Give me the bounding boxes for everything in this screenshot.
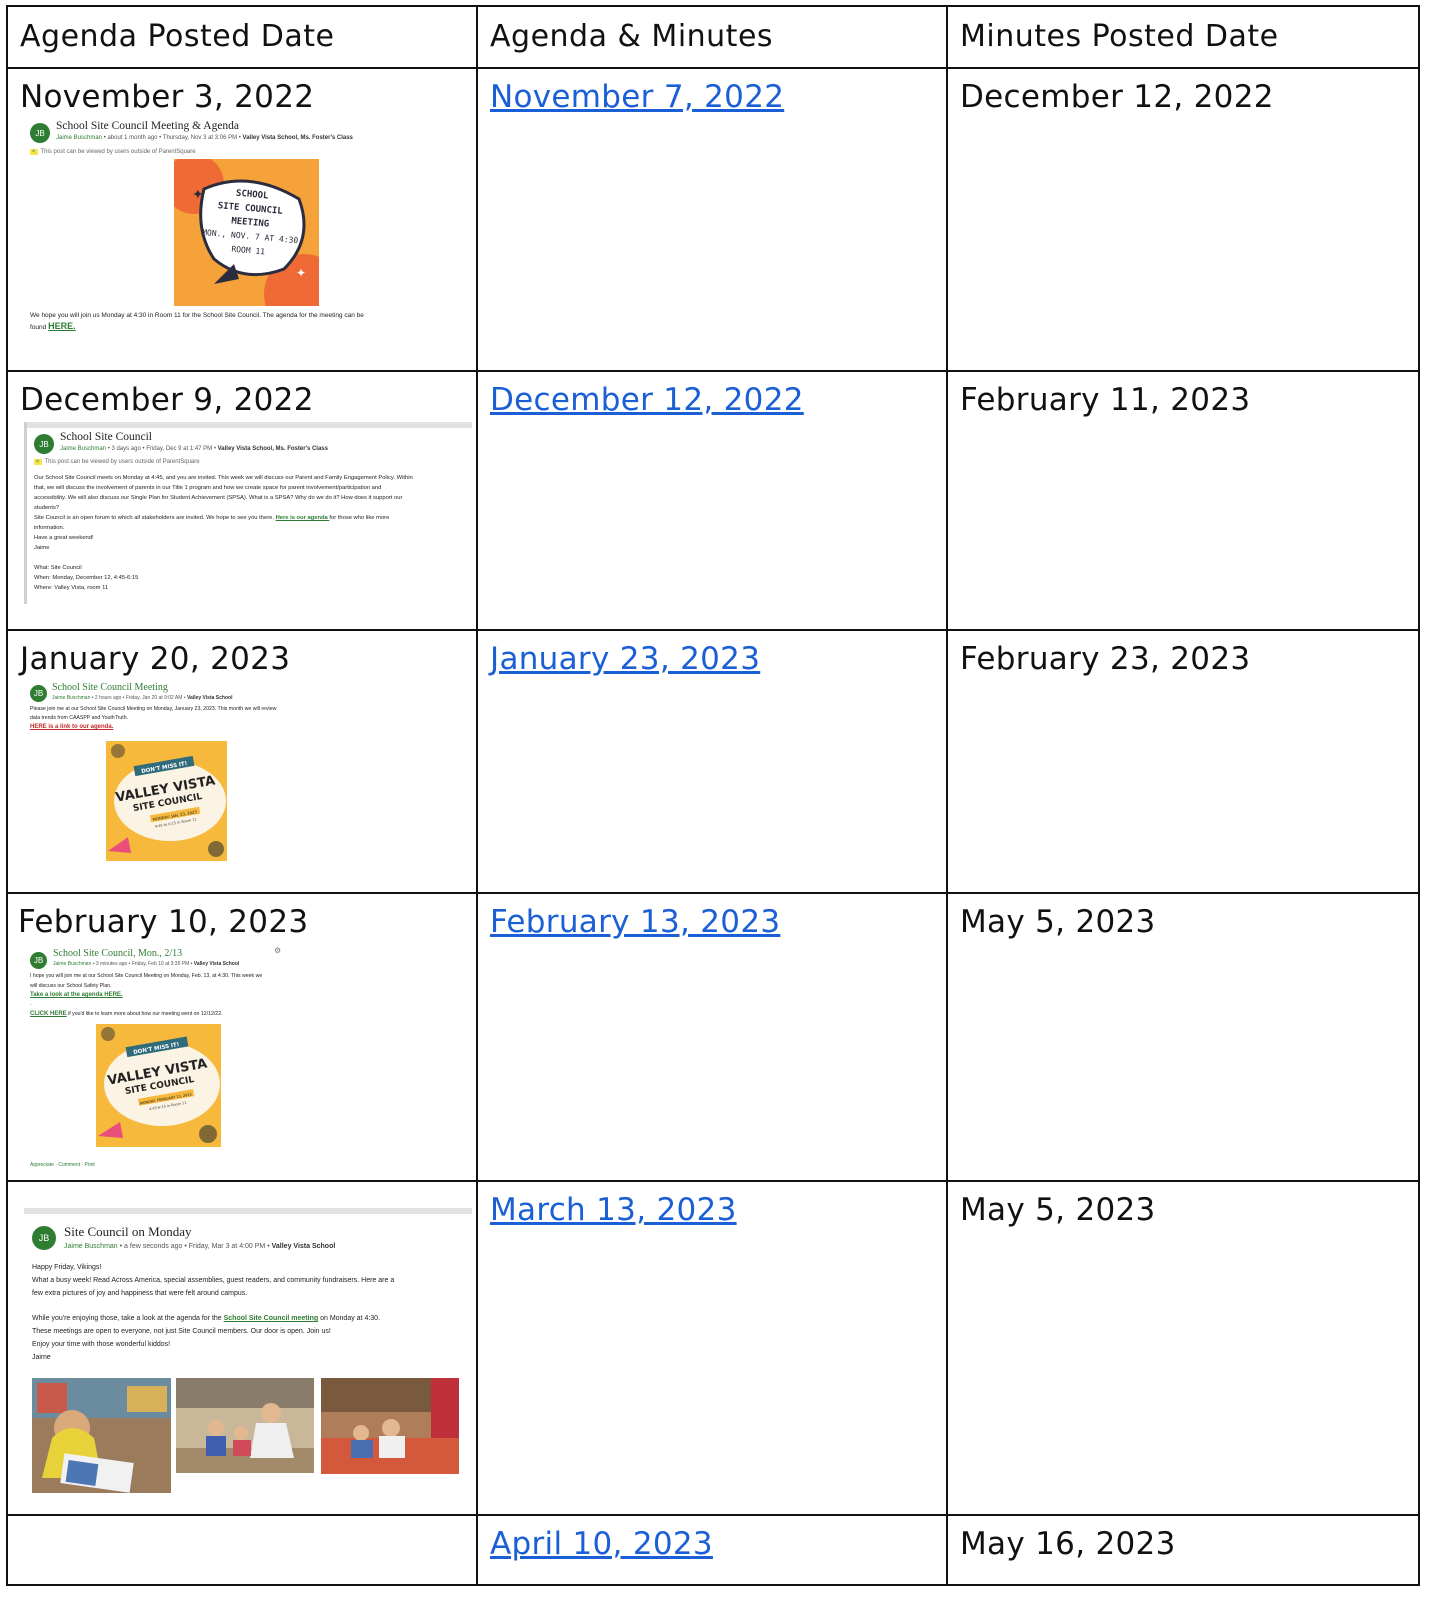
minutes-posted-date: February 23, 2023 [960,641,1251,677]
post-meta: Jaime Buschman • 3 minutes ago • Friday,… [53,961,240,967]
post-title: School Site Council, Mon., 2/13 [53,948,183,959]
svg-text:✦: ✦ [192,188,204,203]
parentsquare-post: JB School Site Council Jaime Buschman • … [8,418,476,628]
agenda-posted-cell [6,1514,478,1586]
table-row: January 20, 2023 JB School Site Council … [6,629,1420,894]
minutes-posted-date: May 5, 2023 [960,904,1156,940]
agenda-posted-date [8,1516,476,1526]
share-icon: < [30,149,38,155]
meeting-link[interactable]: January 23, 2023 [490,641,760,677]
meeting-link[interactable]: March 13, 2023 [490,1192,737,1228]
agenda-posted-date: January 20, 2023 [20,641,291,677]
classroom-photo [176,1378,314,1473]
parentsquare-post: JB School Site Council Meeting & Agenda … [8,115,476,365]
meeting-link[interactable]: November 7, 2022 [490,79,784,115]
avatar: JB [30,123,50,143]
agenda-link[interactable]: Take a look at the agenda HERE. [30,992,123,998]
avatar: JB [34,434,54,454]
reading-photo [32,1378,171,1493]
post-body: We hope you will join us Monday at 4:30 … [30,312,364,331]
agenda-link[interactable]: HERE. [48,321,76,331]
visibility-notice: < This post can be viewed by users outsid… [34,459,200,465]
meeting-link[interactable]: April 10, 2023 [490,1526,713,1562]
agenda-posted-cell: February 10, 2023 JB School Site Council… [6,892,478,1182]
gear-icon[interactable]: ⚙ [274,946,281,955]
agenda-table: Agenda Posted Date Agenda & Minutes Minu… [6,5,1420,1586]
meeting-flyer-image: DON'T MISS IT! VALLEY VISTA SITE COUNCIL… [106,741,227,861]
recap-link[interactable]: CLICK HERE [30,1011,67,1017]
agenda-posted-date: November 3, 2022 [20,79,315,115]
visibility-notice: < This post can be viewed by users outsid… [30,149,196,155]
header-agenda-posted: Agenda Posted Date [6,5,478,69]
meeting-link[interactable]: February 13, 2023 [490,904,780,940]
parentsquare-post: JB School Site Council Meeting Jaime Bus… [8,677,476,887]
meeting-flyer-image: SCHOOL SITE COUNCIL MEETING MON., NOV. 7… [174,159,319,306]
agenda-minutes-cell: March 13, 2023 [476,1180,948,1516]
header-minutes-posted: Minutes Posted Date [946,5,1420,69]
post-body: Happy Friday, Vikings! What a busy week!… [32,1264,395,1361]
agenda-posted-date: December 9, 2022 [20,382,314,418]
post-title: School Site Council Meeting [52,682,168,693]
post-meta: Jaime Buschman • 2 hours ago • Friday, J… [52,695,233,701]
agenda-minutes-cell: November 7, 2022 [476,67,948,372]
agenda-link[interactable]: Here is our agenda [276,515,330,521]
agenda-minutes-cell: April 10, 2023 [476,1514,948,1586]
header-agenda-minutes: Agenda & Minutes [476,5,948,69]
agenda-posted-date: February 10, 2023 [18,904,309,940]
post-title: School Site Council Meeting & Agenda [56,120,240,132]
minutes-posted-cell: May 5, 2023 [946,892,1420,1182]
minutes-posted-date: May 5, 2023 [960,1192,1156,1228]
parentsquare-post: JB Site Council on Monday Jaime Buschman… [8,1182,476,1512]
agenda-minutes-cell: February 13, 2023 [476,892,948,1182]
table-row: April 10, 2023 May 16, 2023 [6,1514,1420,1586]
meeting-link[interactable]: December 12, 2022 [490,382,804,418]
agenda-posted-cell: JB Site Council on Monday Jaime Buschman… [6,1180,478,1516]
share-icon: < [34,459,42,465]
post-actions[interactable]: Appreciate · Comment · Print [30,1162,95,1168]
minutes-posted-cell: May 16, 2023 [946,1514,1420,1586]
minutes-posted-cell: February 23, 2023 [946,629,1420,894]
post-title: School Site Council [60,431,152,443]
agenda-minutes-cell: December 12, 2022 [476,370,948,631]
table-row: December 9, 2022 JB School Site Council … [6,370,1420,631]
post-title: Site Council on Monday [64,1224,192,1239]
svg-text:✦: ✦ [296,266,306,280]
avatar: JB [30,952,47,969]
post-meta: Jaime Buschman • about 1 month ago • Thu… [56,135,353,141]
post-body: Our School Site Council meets on Monday … [34,475,413,591]
avatar: JB [30,685,47,702]
minutes-posted-date: December 12, 2022 [960,79,1274,115]
agenda-posted-cell: December 9, 2022 JB School Site Council … [6,370,478,631]
header-row: Agenda Posted Date Agenda & Minutes Minu… [6,5,1420,69]
meeting-flyer-image: DON'T MISS IT! VALLEY VISTA SITE COUNCIL… [96,1024,221,1147]
post-meta: Jaime Buschman • 3 days ago • Friday, De… [60,446,328,452]
table-row: November 3, 2022 JB School Site Council … [6,67,1420,372]
post-body: Please join me at our School Site Counci… [30,706,277,730]
agenda-link[interactable]: HERE is a link to our agenda. [30,724,113,730]
table-row: February 10, 2023 JB School Site Council… [6,892,1420,1182]
minutes-posted-cell: February 11, 2023 [946,370,1420,631]
parentsquare-post: JB School Site Council, Mon., 2/13 ⚙ Jai… [8,940,476,1178]
post-body: I hope you will join me at our School Si… [30,973,263,1017]
table-row: JB Site Council on Monday Jaime Buschman… [6,1180,1420,1516]
minutes-posted-cell: December 12, 2022 [946,67,1420,372]
minutes-posted-cell: May 5, 2023 [946,1180,1420,1516]
agenda-posted-cell: January 20, 2023 JB School Site Council … [6,629,478,894]
minutes-posted-date: February 11, 2023 [960,382,1251,418]
agenda-posted-cell: November 3, 2022 JB School Site Council … [6,67,478,372]
agenda-minutes-cell: January 23, 2023 [476,629,948,894]
library-photo [321,1378,459,1474]
avatar: JB [32,1226,56,1250]
agenda-link[interactable]: School Site Council meeting [224,1315,319,1322]
minutes-posted-date: May 16, 2023 [960,1526,1176,1562]
post-meta: Jaime Buschman • a few seconds ago • Fri… [64,1243,336,1250]
